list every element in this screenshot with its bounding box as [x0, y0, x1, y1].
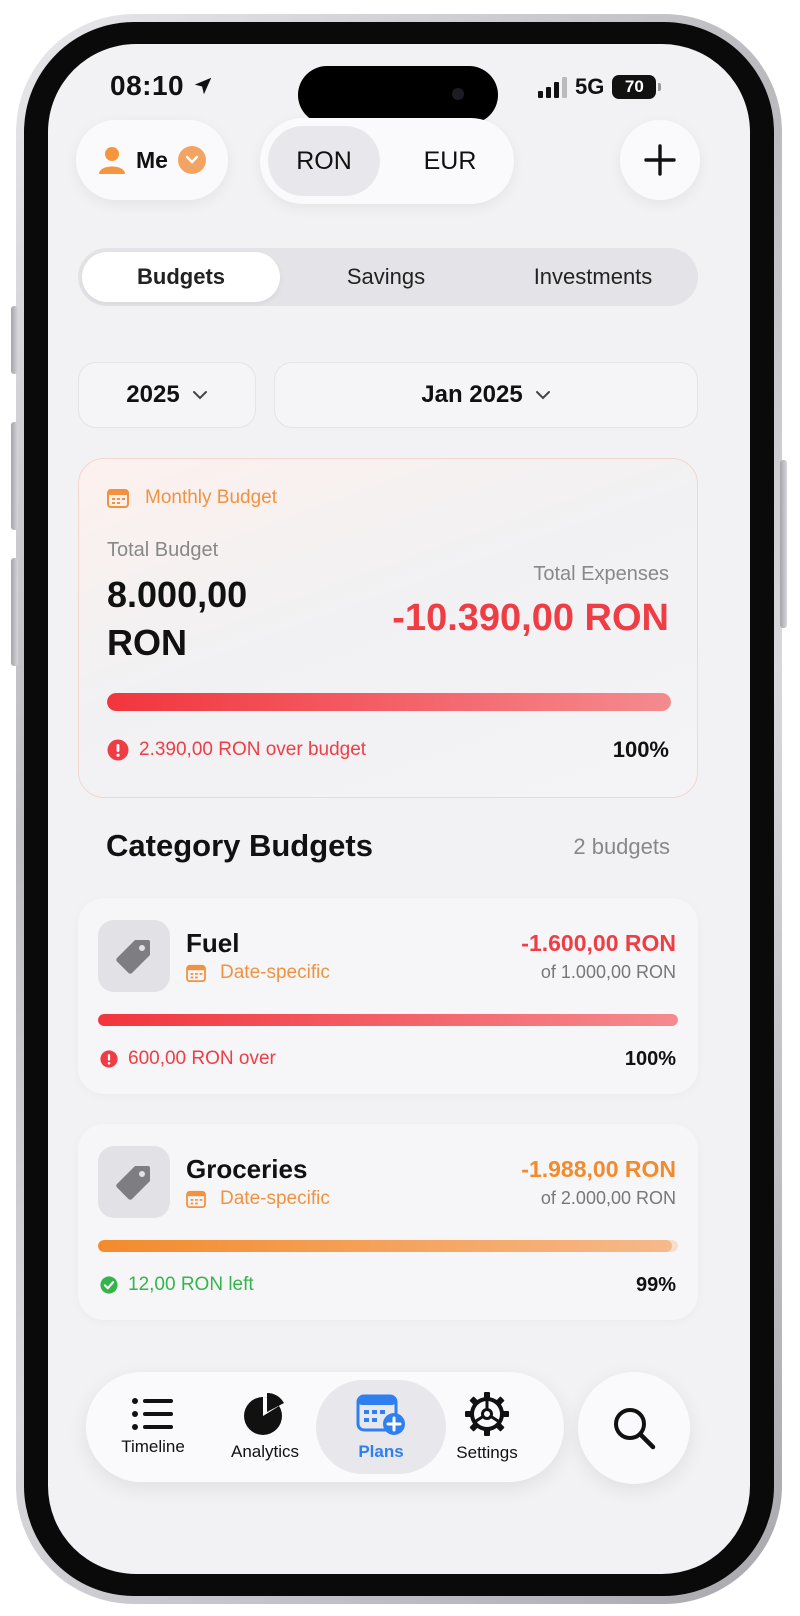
category-percent: 99%	[635, 1274, 676, 1296]
tab-label: Settings	[456, 1443, 518, 1462]
total-budget-label: Total Budget	[107, 539, 219, 561]
total-expenses-label: Total Expenses	[533, 563, 669, 585]
year-value: 2025	[126, 381, 180, 408]
checkmark-icon	[100, 1276, 118, 1294]
search-button[interactable]	[578, 1372, 690, 1484]
chevron-down-icon	[177, 146, 206, 174]
tab-label: Plans	[358, 1442, 404, 1461]
category-progress	[98, 1014, 678, 1026]
tab-budgets[interactable]: Budgets	[82, 252, 280, 302]
category-card-fuel[interactable]: Fuel Date-specific -1.600,00 RON of 1.00…	[78, 898, 698, 1094]
profile-label: Me	[136, 146, 168, 173]
progress-fill	[98, 1240, 673, 1252]
network-label: 5G	[575, 74, 605, 99]
budget-status: 2.390,00 RON over budget	[107, 739, 366, 761]
chevron-down-icon	[535, 391, 550, 400]
tab-plans[interactable]: Plans	[316, 1380, 446, 1474]
volume-down-button	[11, 558, 18, 666]
battery-icon: 70	[612, 75, 662, 99]
currency-switcher: RON EUR	[260, 118, 514, 204]
category-budgets-count: 2 budgets	[573, 834, 670, 859]
user-icon	[99, 147, 126, 174]
category-name: Groceries	[186, 1154, 308, 1184]
progress-fill	[98, 1014, 678, 1026]
status-time: 08:10	[110, 70, 214, 102]
progress-fill	[107, 693, 671, 711]
budget-status-text: 2.390,00 RON over budget	[139, 739, 367, 760]
category-budgets-title: Category Budgets	[106, 828, 373, 863]
pie-chart-icon	[244, 1392, 284, 1435]
monthly-budget-card[interactable]: Monthly Budget Total Budget 8.000,00 RON…	[78, 458, 698, 798]
alert-icon	[107, 739, 129, 761]
category-status: 600,00 RON over	[100, 1048, 276, 1070]
category-type-label: Date-specific	[220, 962, 330, 983]
plan-type-tabs: Budgets Savings Investments	[78, 248, 698, 306]
calendar-icon	[186, 964, 206, 982]
category-spent: -1.600,00 RON	[521, 930, 676, 956]
list-icon	[132, 1398, 173, 1430]
category-status: 12,00 RON left	[100, 1274, 254, 1296]
tab-investments[interactable]: Investments	[492, 252, 694, 302]
battery-level: 70	[624, 77, 644, 96]
profile-selector[interactable]: Me	[76, 120, 228, 200]
monthly-budget-header: Monthly Budget	[107, 487, 277, 509]
category-type-label: Date-specific	[220, 1188, 330, 1209]
dynamic-island	[298, 66, 498, 124]
category-card-groceries[interactable]: Groceries Date-specific -1.988,00 RON of…	[78, 1124, 698, 1320]
add-button[interactable]	[620, 120, 700, 200]
monthly-budget-title: Monthly Budget	[145, 487, 278, 508]
category-progress	[98, 1240, 678, 1252]
location-arrow-icon	[194, 77, 212, 95]
chevron-down-icon	[192, 391, 207, 400]
budget-percent: 100%	[612, 737, 669, 762]
total-budget-amount: 8.000,00	[107, 574, 248, 615]
tag-icon	[98, 1146, 170, 1218]
tab-analytics[interactable]: Analytics	[210, 1372, 320, 1482]
status-indicators: 5G 70	[538, 72, 662, 102]
screen: 08:10 5G 70 Me RON EUR Budgets Savings I…	[48, 44, 750, 1574]
category-name: Fuel	[186, 928, 240, 958]
monthly-budget-progress	[107, 693, 671, 711]
category-limit: of 2.000,00 RON	[540, 1188, 676, 1208]
gear-icon	[465, 1392, 509, 1436]
calendar-icon	[186, 1190, 206, 1208]
category-status-text: 12,00 RON left	[128, 1274, 254, 1295]
category-type: Date-specific	[186, 962, 330, 984]
category-limit: of 1.000,00 RON	[540, 962, 676, 982]
category-status-text: 600,00 RON over	[128, 1048, 276, 1069]
bottom-tab-bar: Timeline Analytics Plans Settings	[86, 1372, 564, 1482]
power-button	[780, 460, 787, 628]
total-budget-value: 8.000,00 RON	[107, 571, 247, 667]
currency-option-ron[interactable]: RON	[268, 126, 380, 196]
category-type: Date-specific	[186, 1188, 330, 1210]
tag-icon	[98, 920, 170, 992]
clock: 08:10	[110, 70, 185, 101]
tab-settings[interactable]: Settings	[432, 1372, 542, 1482]
year-selector[interactable]: 2025	[78, 362, 256, 428]
plus-icon	[644, 144, 676, 176]
calendar-icon	[107, 489, 129, 508]
camera-icon	[452, 88, 464, 100]
category-percent: 100%	[624, 1048, 676, 1070]
tab-timeline[interactable]: Timeline	[98, 1372, 208, 1482]
total-expenses-value: -10.390,00 RON	[392, 597, 669, 639]
month-value: Jan 2025	[421, 381, 523, 408]
category-spent: -1.988,00 RON	[521, 1156, 676, 1182]
search-icon	[614, 1408, 656, 1450]
action-button	[11, 306, 18, 374]
tab-savings[interactable]: Savings	[286, 252, 486, 302]
total-budget-currency: RON	[107, 622, 187, 663]
alert-icon	[100, 1050, 118, 1068]
signal-icon	[538, 76, 567, 98]
volume-up-button	[11, 422, 18, 530]
tab-label: Analytics	[230, 1442, 300, 1461]
currency-option-eur[interactable]: EUR	[394, 126, 506, 196]
tab-label: Timeline	[121, 1437, 185, 1456]
month-selector[interactable]: Jan 2025	[274, 362, 698, 428]
calendar-plus-icon	[356, 1394, 405, 1435]
